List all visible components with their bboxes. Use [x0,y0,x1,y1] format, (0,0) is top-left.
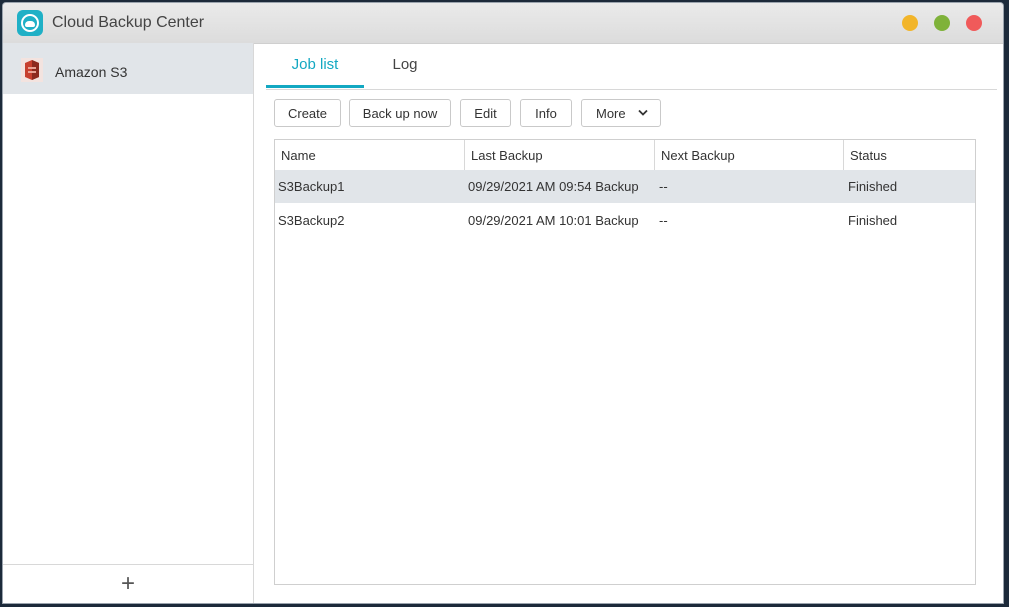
minimize-button[interactable] [902,15,918,31]
more-button[interactable]: More [581,99,661,127]
job-last-backup: 09/29/2021 AM 09:54 Backup [468,179,639,194]
tab-log[interactable]: Log [382,56,428,73]
tab-job-list[interactable]: Job list [266,56,364,88]
sidebar: Amazon S3 + [3,43,254,603]
chevron-down-icon [638,109,648,116]
more-button-label: More [596,106,626,121]
sidebar-item-label: Amazon S3 [55,64,128,80]
job-name: S3Backup1 [278,179,345,194]
info-button[interactable]: Info [520,99,572,127]
job-table: Name Last Backup Next Backup Status S3Ba… [274,139,976,585]
title-bar[interactable]: Cloud Backup Center [3,3,1003,44]
amazon-s3-icon [21,58,43,82]
create-button[interactable]: Create [274,99,341,127]
column-header-next-backup[interactable]: Next Backup [655,140,844,170]
job-status: Finished [848,179,898,194]
column-header-name[interactable]: Name [275,140,465,170]
job-next-backup: -- [659,213,668,228]
main-panel: Job list Log Create Back up now Edit Inf… [254,43,1003,603]
job-name: S3Backup2 [278,213,345,228]
close-button[interactable] [966,15,982,31]
window-title: Cloud Backup Center [52,14,205,31]
column-header-last-backup[interactable]: Last Backup [465,140,655,170]
cloud-backup-app-icon [17,10,43,36]
tab-bar: Job list Log [266,43,997,90]
app-window: Cloud Backup Center Amazon S3 + Job list… [3,3,1003,603]
back-up-now-button[interactable]: Back up now [349,99,451,127]
sidebar-item-amazon-s3[interactable]: Amazon S3 [3,43,253,94]
add-icon[interactable]: + [117,571,139,597]
sidebar-footer: + [3,564,253,603]
maximize-button[interactable] [934,15,950,31]
job-next-backup: -- [659,179,668,194]
job-last-backup: 09/29/2021 AM 10:01 Backup [468,213,639,228]
table-row[interactable]: S3Backup2 09/29/2021 AM 10:01 Backup -- … [275,204,975,237]
table-header: Name Last Backup Next Backup Status [275,140,975,171]
edit-button[interactable]: Edit [460,99,511,127]
table-row[interactable]: S3Backup1 09/29/2021 AM 09:54 Backup -- … [275,170,975,203]
column-header-status[interactable]: Status [844,140,975,170]
job-status: Finished [848,213,898,228]
